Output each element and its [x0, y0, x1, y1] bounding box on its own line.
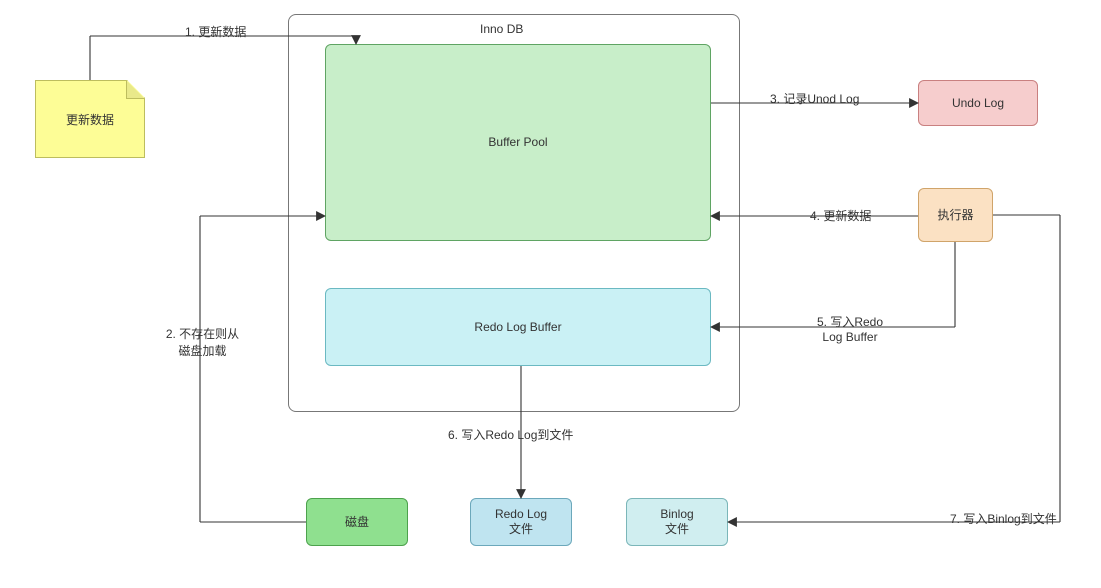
- binlog-file-label: Binlog 文件: [660, 507, 693, 537]
- edge1-label: 1. 更新数据: [185, 23, 246, 40]
- undo-log-box: Undo Log: [918, 80, 1038, 126]
- binlog-file-box: Binlog 文件: [626, 498, 728, 546]
- innodb-title: Inno DB: [480, 22, 523, 36]
- update-data-note-text: 更新数据: [35, 80, 145, 158]
- redo-log-file-label: Redo Log 文件: [495, 507, 547, 537]
- edge2-label: 2. 不存在则从 磁盘加载: [155, 325, 250, 359]
- disk-box: 磁盘: [306, 498, 408, 546]
- undo-log-label: Undo Log: [952, 96, 1004, 111]
- redo-log-buffer-label: Redo Log Buffer: [474, 320, 561, 335]
- disk-label: 磁盘: [345, 515, 369, 530]
- redo-log-file-box: Redo Log 文件: [470, 498, 572, 546]
- edge6-label: 6. 写入Redo Log到文件: [448, 426, 573, 443]
- executor-box: 执行器: [918, 188, 993, 242]
- update-data-note: 更新数据: [35, 80, 145, 158]
- edge5-label: 5. 写入Redo Log Buffer: [810, 313, 890, 344]
- edge3-label: 3. 记录Unod Log: [770, 90, 859, 107]
- edge7-label: 7. 写入Binlog到文件: [950, 510, 1057, 527]
- redo-log-buffer-box: Redo Log Buffer: [325, 288, 711, 366]
- buffer-pool-box: Buffer Pool: [325, 44, 711, 241]
- buffer-pool-label: Buffer Pool: [488, 135, 547, 150]
- diagram-stage: { "container": { "title": "Inno DB" }, "…: [0, 0, 1101, 588]
- executor-label: 执行器: [937, 208, 973, 223]
- edge4-label: 4. 更新数据: [810, 207, 871, 224]
